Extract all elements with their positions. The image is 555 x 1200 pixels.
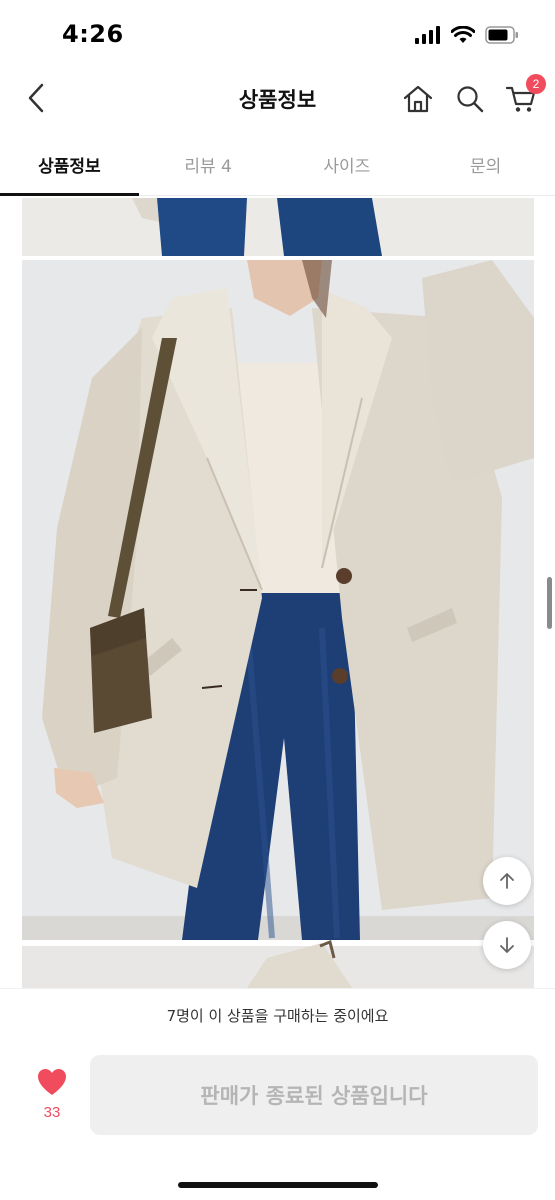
home-button[interactable] — [399, 80, 437, 118]
tab-reviews[interactable]: 리뷰 4 — [139, 140, 278, 195]
tab-size[interactable]: 사이즈 — [278, 140, 417, 195]
home-indicator — [178, 1182, 378, 1188]
status-icons — [415, 26, 519, 44]
status-time: 4:26 — [62, 20, 124, 48]
tab-inquiry[interactable]: 문의 — [416, 140, 555, 195]
sold-out-button[interactable]: 판매가 종료된 상품입니다 — [90, 1055, 538, 1135]
cart-count-badge: 2 — [526, 74, 546, 94]
scroll-up-button[interactable] — [483, 857, 531, 905]
wishlist-count: 33 — [43, 1104, 61, 1121]
app-header: 상품정보 2 — [0, 70, 555, 128]
tab-product-info[interactable]: 상품정보 — [0, 140, 139, 196]
status-bar: 4:26 — [0, 0, 555, 70]
arrow-up-icon — [500, 873, 514, 889]
purchase-activity-notice: 7명이 이 상품을 구매하는 중이에요 — [0, 988, 555, 1038]
product-detail-images — [22, 198, 534, 988]
wifi-icon — [451, 26, 475, 43]
product-photo — [22, 198, 534, 988]
search-icon — [457, 86, 484, 113]
scrollbar-thumb[interactable] — [547, 577, 552, 629]
bottom-action-bar: 33 판매가 종료된 상품입니다 — [0, 1038, 555, 1200]
home-icon — [403, 85, 433, 113]
wishlist-button[interactable]: 33 — [30, 1068, 74, 1121]
signal-icon — [415, 26, 440, 44]
battery-icon — [485, 26, 518, 44]
product-tabs: 상품정보 리뷰 4 사이즈 문의 — [0, 140, 555, 196]
arrow-down-icon — [500, 937, 514, 953]
cart-button[interactable]: 2 — [502, 74, 546, 118]
scroll-down-button[interactable] — [483, 921, 531, 969]
search-button[interactable] — [451, 80, 489, 118]
heart-icon — [38, 1069, 66, 1095]
